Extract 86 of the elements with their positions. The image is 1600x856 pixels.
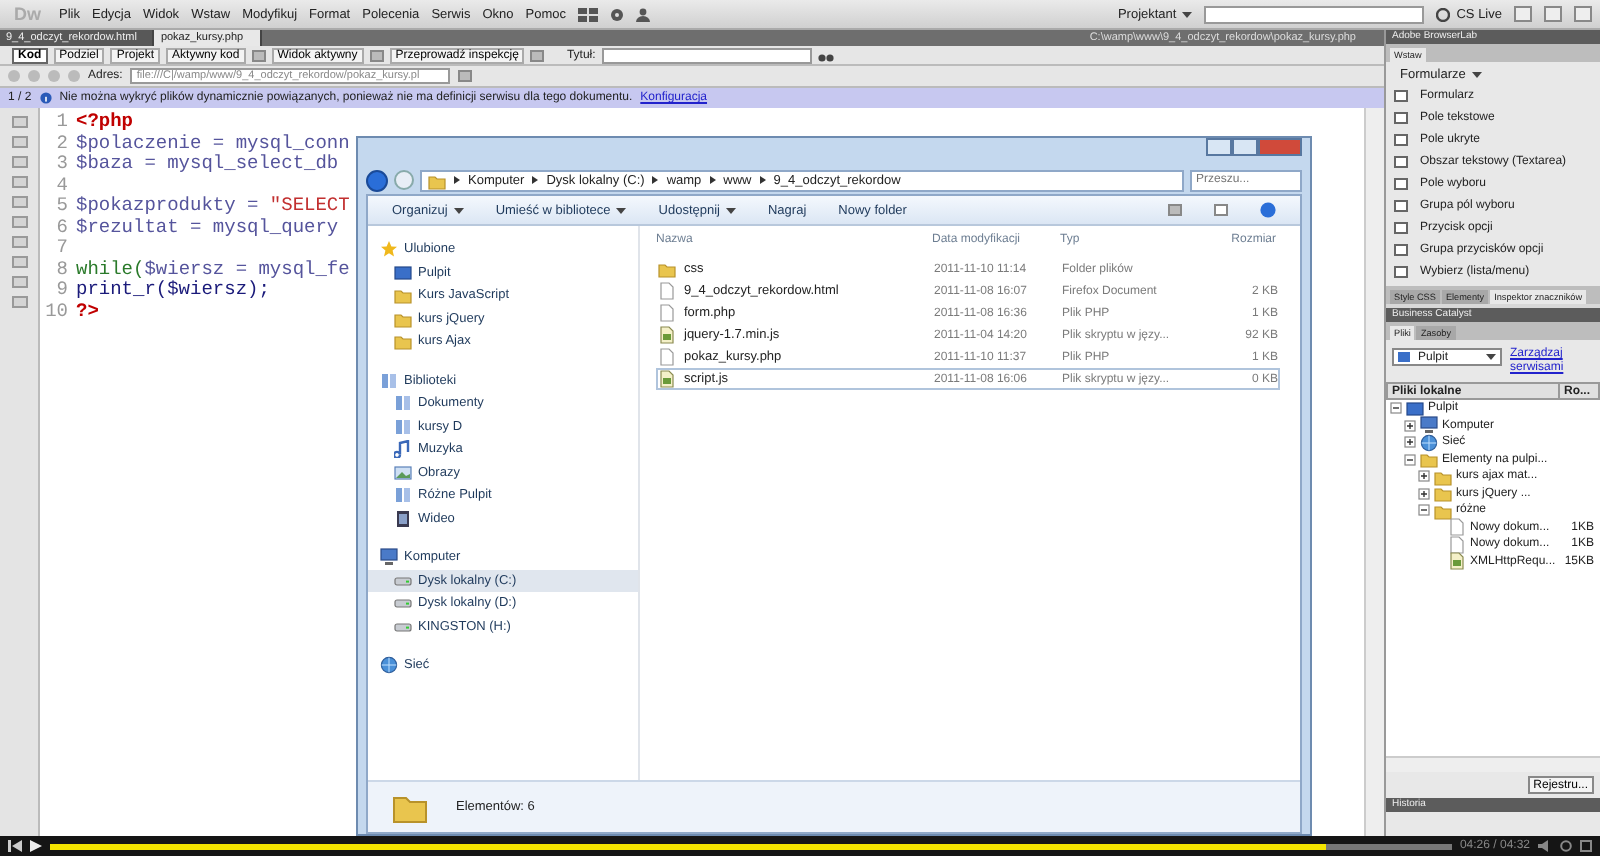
layout-icon[interactable]	[577, 7, 598, 21]
collapse-icon[interactable]	[1418, 504, 1430, 517]
code-line: $baza = mysql_select_db	[76, 154, 339, 175]
line-number: 9	[54, 280, 70, 301]
line-number: 1	[54, 112, 70, 133]
caret-icon	[616, 207, 627, 213]
network-icon	[380, 656, 398, 675]
library-icon	[394, 417, 412, 436]
play-icon[interactable]	[30, 840, 42, 852]
computer-icon	[1420, 416, 1438, 435]
caret-icon	[1486, 354, 1496, 360]
script-file-icon	[1448, 552, 1466, 571]
minimize-button[interactable]	[1514, 6, 1532, 22]
toolbar-icon[interactable]	[530, 49, 545, 61]
network-icon	[1420, 433, 1438, 452]
gear-icon[interactable]	[609, 7, 624, 21]
line-number: 4	[54, 175, 70, 196]
binoculars-icon[interactable]	[817, 49, 834, 61]
maximize-button[interactable]	[1544, 6, 1562, 22]
chevron-icon	[759, 176, 766, 184]
code-line: <?php	[76, 112, 134, 133]
view-options-icon[interactable]	[1168, 204, 1182, 216]
code-line: $polaczenie = mysql_conn	[76, 133, 350, 154]
library-icon	[380, 371, 398, 390]
script-file-icon	[658, 370, 676, 388]
line-number: 5	[54, 196, 70, 217]
scrollbar[interactable]	[1386, 756, 1600, 772]
info-icon	[39, 92, 52, 104]
code-line: ?>	[76, 301, 99, 322]
library-icon	[394, 394, 412, 413]
computer-icon	[380, 548, 398, 567]
folder-icon	[658, 260, 676, 278]
line-number: 6	[54, 217, 70, 238]
line-number: 8	[54, 259, 70, 280]
preview-pane-icon[interactable]	[1214, 204, 1228, 216]
monitor-icon	[394, 263, 412, 282]
script-file-icon	[658, 326, 676, 344]
collapse-icon[interactable]	[1404, 453, 1416, 466]
picture-icon	[394, 463, 412, 482]
library-icon	[394, 486, 412, 505]
code-line: $rezultat = mysql_query	[76, 217, 339, 238]
star-icon	[380, 240, 398, 259]
line-number: 7	[54, 238, 70, 259]
expand-icon[interactable]	[1404, 419, 1416, 432]
line-number: 2	[54, 133, 70, 154]
collapse-icon[interactable]	[1390, 402, 1402, 415]
chevron-icon	[652, 176, 659, 184]
expand-icon[interactable]	[1404, 436, 1416, 449]
line-number: 3	[54, 154, 70, 175]
folder-icon	[428, 171, 446, 189]
back-button[interactable]	[366, 169, 388, 191]
scrollbar[interactable]	[1364, 108, 1384, 836]
code-line: $pokazprodukty = "SELECT	[76, 196, 350, 217]
caret-icon	[1471, 72, 1482, 78]
chevron-icon	[532, 176, 539, 184]
search-field[interactable]	[1204, 5, 1425, 23]
forward-button[interactable]	[394, 170, 414, 190]
app-logo: Dw	[12, 4, 43, 24]
caret-icon	[453, 207, 464, 213]
dropdown-icon[interactable]	[458, 70, 473, 82]
previous-icon[interactable]	[8, 840, 22, 852]
fullscreen-icon[interactable]	[1580, 840, 1592, 852]
minimize-button[interactable]	[1206, 138, 1232, 156]
code-line: print_r($wiersz);	[76, 280, 270, 301]
toolbar-icon[interactable]	[251, 49, 266, 61]
caret-icon	[1182, 11, 1193, 17]
code-line: while($wiersz = mysql_fe	[76, 259, 350, 280]
settings-icon[interactable]	[1560, 840, 1572, 852]
music-note-icon	[394, 440, 412, 459]
expand-icon[interactable]	[1418, 487, 1430, 500]
film-icon	[394, 509, 412, 528]
caret-icon	[725, 207, 736, 213]
maximize-button[interactable]	[1232, 138, 1258, 156]
help-icon[interactable]	[1260, 202, 1276, 218]
expand-icon[interactable]	[1418, 470, 1430, 483]
title-field[interactable]	[601, 47, 812, 63]
folder-icon	[392, 791, 428, 823]
monitor-icon	[1406, 399, 1424, 418]
close-button[interactable]	[1574, 6, 1592, 22]
toolbar-icon[interactable]	[369, 49, 384, 61]
volume-icon[interactable]	[1538, 840, 1552, 852]
line-number: 10	[43, 301, 70, 322]
chevron-icon	[709, 176, 716, 184]
chevron-icon	[454, 176, 460, 184]
document-icon	[658, 348, 676, 366]
person-icon[interactable]	[635, 7, 650, 21]
